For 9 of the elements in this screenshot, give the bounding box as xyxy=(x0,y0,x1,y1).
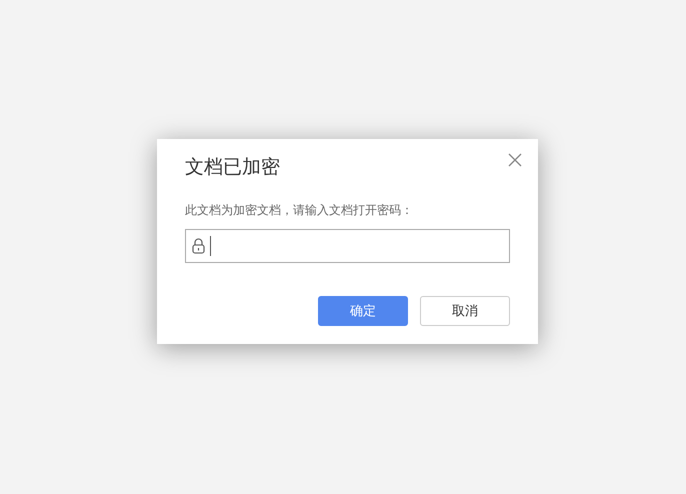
text-cursor xyxy=(210,236,211,256)
prompt-text: 此文档为加密文档，请输入文档打开密码： xyxy=(185,202,414,218)
cancel-button[interactable]: 取消 xyxy=(420,296,510,326)
close-icon xyxy=(506,151,524,169)
dialog-title: 文档已加密 xyxy=(185,155,281,180)
lock-icon xyxy=(192,238,205,254)
confirm-button[interactable]: 确定 xyxy=(318,296,408,326)
close-button[interactable] xyxy=(506,151,524,169)
password-field[interactable] xyxy=(185,229,510,263)
